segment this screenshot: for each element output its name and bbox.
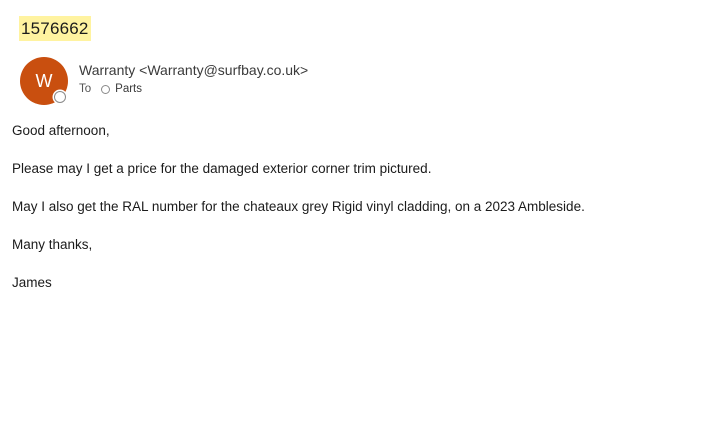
- email-subject: 1576662: [19, 16, 91, 41]
- email-body: Good afternoon, Please may I get a price…: [12, 121, 712, 311]
- to-label: To: [79, 83, 92, 95]
- email-header: W Warranty <Warranty@surfbay.co.uk> To P…: [20, 57, 700, 107]
- presence-status-icon: [54, 91, 66, 103]
- recipient-name[interactable]: Parts: [115, 83, 142, 95]
- recipient-presence-icon: [101, 84, 111, 94]
- avatar-initial: W: [35, 71, 53, 91]
- body-line-signoff: Many thanks,: [12, 237, 93, 252]
- recipient-line: To Parts: [79, 83, 142, 95]
- body-line-signature: James: [12, 275, 52, 290]
- sender-name[interactable]: Warranty <Warranty@surfbay.co.uk>: [79, 62, 308, 78]
- body-line-request: Please may I get a price for the damaged…: [12, 161, 432, 176]
- email-reading-pane: 1576662 W Warranty <Warranty@surfbay.co.…: [0, 0, 723, 426]
- body-line-ral-question: May I also get the RAL number for the ch…: [12, 199, 585, 214]
- body-line-greeting: Good afternoon,: [12, 123, 110, 138]
